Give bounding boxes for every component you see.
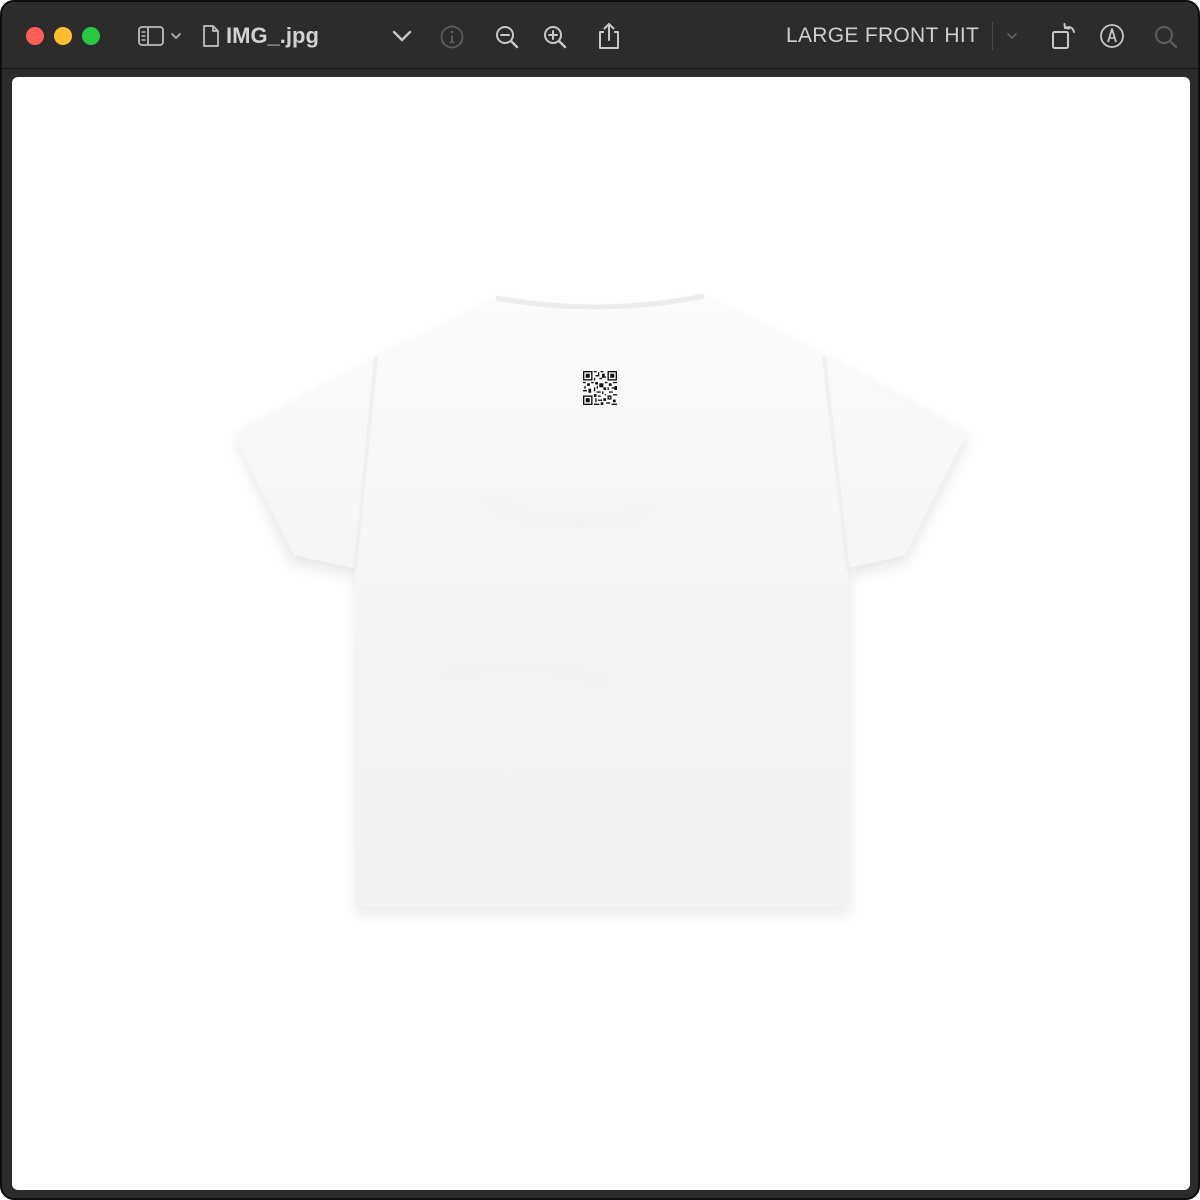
- qr-code-print: [583, 371, 617, 405]
- minimize-window-button[interactable]: [54, 27, 72, 45]
- sidebar-options-button[interactable]: [168, 28, 184, 44]
- toolbar: IMG_.jpg LARGE FRONT HIT: [2, 2, 1198, 69]
- placement-options-button[interactable]: [1004, 28, 1020, 44]
- rotate-button[interactable]: [1049, 21, 1079, 51]
- markup-icon: [1099, 23, 1125, 49]
- title-menu-button[interactable]: [388, 24, 416, 48]
- print-placement-label[interactable]: LARGE FRONT HIT: [786, 22, 979, 50]
- zoom-out-button[interactable]: [493, 23, 521, 51]
- tshirt-graphic: [234, 293, 970, 915]
- zoom-in-button[interactable]: [541, 23, 569, 51]
- sidebar-toggle-button[interactable]: [136, 22, 166, 50]
- chevron-down-icon: [1006, 32, 1018, 40]
- document-proxy-icon-button[interactable]: [201, 23, 221, 49]
- share-button[interactable]: [595, 21, 623, 51]
- share-icon: [596, 21, 622, 51]
- document-icon: [202, 24, 220, 48]
- chevron-down-icon: [170, 32, 182, 40]
- toolbar-divider: [992, 22, 993, 50]
- image-canvas: [12, 77, 1190, 1190]
- tshirt-image: [12, 77, 1190, 1190]
- zoom-in-icon: [542, 24, 568, 50]
- close-window-button[interactable]: [26, 27, 44, 45]
- maximize-window-button[interactable]: [82, 27, 100, 45]
- info-icon: [439, 24, 465, 50]
- rotate-icon: [1050, 21, 1078, 51]
- markup-button[interactable]: [1098, 22, 1126, 50]
- inspector-button[interactable]: [438, 23, 466, 51]
- search-button[interactable]: [1152, 23, 1180, 51]
- preview-window: IMG_.jpg LARGE FRONT HIT: [0, 0, 1200, 1200]
- chevron-down-icon: [391, 29, 413, 43]
- sidebar-icon: [137, 25, 165, 47]
- zoom-out-icon: [494, 24, 520, 50]
- window-title: IMG_.jpg: [226, 23, 319, 48]
- search-icon: [1153, 24, 1179, 50]
